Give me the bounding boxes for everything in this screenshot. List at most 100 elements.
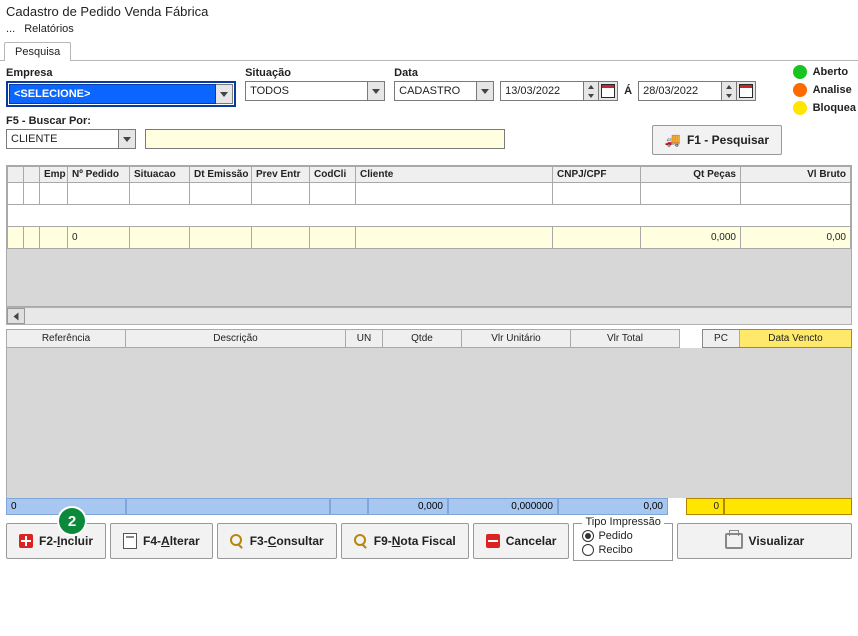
- menu-more[interactable]: ...: [6, 23, 15, 35]
- btn-visualizar-label: Visualizar: [749, 534, 805, 548]
- radio-recibo[interactable]: Recibo: [582, 544, 663, 556]
- btn-notafiscal-label: F9-Nota Fiscal: [374, 534, 456, 548]
- combo-buscarpor[interactable]: CLIENTE: [6, 129, 136, 149]
- radio-icon: [582, 530, 594, 542]
- radio-pedido-label: Pedido: [598, 530, 632, 542]
- printer-icon: [725, 533, 743, 549]
- date-separator: Á: [618, 81, 638, 101]
- col-preventr[interactable]: Prev Entr: [252, 167, 310, 183]
- col-situacao[interactable]: Situacao: [130, 167, 190, 183]
- chevron-down-icon: [372, 89, 380, 94]
- grid-header-row: Emp Nº Pedido Situacao Dt Emissão Prev E…: [8, 167, 851, 183]
- tipo-impressao-group: Tipo Impressão Pedido Recibo: [573, 523, 672, 561]
- btn-incluir-label: F2-Incluir: [39, 534, 93, 548]
- col-emp[interactable]: Emp: [40, 167, 68, 183]
- btn-cancelar[interactable]: Cancelar: [473, 523, 570, 559]
- combo-empresa-value: <SELECIONE>: [9, 84, 216, 104]
- col-descricao[interactable]: Descrição: [126, 330, 346, 347]
- lbl-situacao: Situação: [245, 67, 385, 79]
- plus-icon: [19, 534, 33, 548]
- footer-qtpecas: 0,000: [641, 227, 741, 249]
- footer2-vlrtotal: 0,00: [558, 498, 668, 515]
- date-from-cal-btn[interactable]: [599, 81, 618, 101]
- col-pc[interactable]: PC: [703, 330, 740, 347]
- calendar-icon: [601, 84, 615, 98]
- callout-badge-2: 2: [59, 508, 85, 534]
- col-vlrunit[interactable]: Vlr Unitário: [462, 330, 571, 347]
- status-lbl-analise: Analise: [813, 84, 852, 96]
- btn-incluir[interactable]: 2 F2-Incluir: [6, 523, 106, 559]
- col-cliente[interactable]: Cliente: [356, 167, 553, 183]
- col-qtde[interactable]: Qtde: [383, 330, 462, 347]
- lbl-buscarpor: F5 - Buscar Por:: [6, 115, 136, 127]
- action-bar: 2 F2-Incluir F4-Alterar F3-Consultar F9-…: [6, 523, 852, 561]
- col-cnpjcpf[interactable]: CNPJ/CPF: [553, 167, 641, 183]
- orders-grid[interactable]: Emp Nº Pedido Situacao Dt Emissão Prev E…: [6, 165, 852, 307]
- combo-situacao-btn[interactable]: [368, 81, 385, 101]
- minus-icon: [486, 534, 500, 548]
- combo-situacao[interactable]: TODOS: [245, 81, 385, 101]
- btn-consultar[interactable]: F3-Consultar: [217, 523, 337, 559]
- window-title: Cadastro de Pedido Venda Fábrica: [0, 0, 858, 21]
- chevron-down-icon: [481, 89, 489, 94]
- radio-pedido[interactable]: Pedido: [582, 530, 663, 542]
- btn-pesquisar-label: F1 - Pesquisar: [687, 133, 769, 147]
- date-from[interactable]: 13/03/2022: [500, 81, 618, 101]
- chevron-down-icon: [123, 137, 131, 142]
- col-referencia[interactable]: Referência: [7, 330, 126, 347]
- date-from-value[interactable]: 13/03/2022: [500, 81, 584, 101]
- combo-buscarpor-btn[interactable]: [119, 129, 136, 149]
- combo-situacao-value: TODOS: [245, 81, 368, 101]
- scroll-left-icon[interactable]: [7, 308, 25, 324]
- tab-pesquisa[interactable]: Pesquisa: [4, 42, 71, 61]
- date-from-spin[interactable]: [584, 81, 599, 101]
- combo-data-tipo-value: CADASTRO: [394, 81, 477, 101]
- date-to-cal-btn[interactable]: [737, 81, 756, 101]
- col-vlrtotal[interactable]: Vlr Total: [571, 330, 679, 347]
- col-dtemissao[interactable]: Dt Emissão: [190, 167, 252, 183]
- items-grid-body[interactable]: [6, 348, 852, 498]
- col-vlbruto[interactable]: Vl Bruto: [741, 167, 851, 183]
- grid-blank-area: [8, 205, 851, 227]
- btn-alterar-label: F4-Alterar: [143, 534, 200, 548]
- combo-buscarpor-value: CLIENTE: [6, 129, 119, 149]
- truck-icon: 🚚: [665, 132, 681, 148]
- col-qtpecas[interactable]: Qt Peças: [641, 167, 741, 183]
- search-icon: [230, 534, 244, 548]
- items-grid-header: Referência Descrição UN Qtde Vlr Unitári…: [6, 329, 852, 348]
- status-dot-aberto: [793, 65, 807, 79]
- menu-relatorios[interactable]: Relatórios: [24, 23, 74, 35]
- col-npedido[interactable]: Nº Pedido: [68, 167, 130, 183]
- combo-empresa-btn[interactable]: [216, 84, 233, 104]
- footer-vlbruto: 0,00: [741, 227, 851, 249]
- date-to-value[interactable]: 28/03/2022: [638, 81, 722, 101]
- footer-count: 0: [68, 227, 130, 249]
- combo-data-tipo[interactable]: CADASTRO: [394, 81, 494, 101]
- items-grid-footer: 0 0,000 0,000000 0,00 0: [6, 498, 852, 515]
- btn-cancelar-label: Cancelar: [506, 534, 557, 548]
- date-to[interactable]: 28/03/2022: [638, 81, 756, 101]
- footer2-yzero: 0: [686, 498, 724, 515]
- menu-bar: ... Relatórios: [0, 21, 858, 39]
- status-legend: Aberto Analise Bloquea: [793, 65, 856, 119]
- btn-pesquisar[interactable]: 🚚 F1 - Pesquisar: [652, 125, 782, 155]
- orders-grid-hscroll[interactable]: [6, 307, 852, 325]
- radio-recibo-label: Recibo: [598, 544, 632, 556]
- col-un[interactable]: UN: [346, 330, 383, 347]
- date-to-spin[interactable]: [722, 81, 737, 101]
- col-dtvencto[interactable]: Data Vencto: [740, 330, 851, 347]
- btn-alterar[interactable]: F4-Alterar: [110, 523, 213, 559]
- status-lbl-bloquea: Bloquea: [813, 102, 856, 114]
- tab-bar: Pesquisa: [0, 41, 858, 61]
- radio-icon: [582, 544, 594, 556]
- search-input[interactable]: [145, 129, 505, 149]
- col-codcli[interactable]: CodCli: [310, 167, 356, 183]
- combo-empresa[interactable]: <SELECIONE>: [6, 81, 236, 107]
- combo-data-tipo-btn[interactable]: [477, 81, 494, 101]
- status-lbl-aberto: Aberto: [813, 66, 848, 78]
- status-dot-analise: [793, 83, 807, 97]
- btn-notafiscal[interactable]: F9-Nota Fiscal: [341, 523, 469, 559]
- tipo-impressao-legend: Tipo Impressão: [582, 516, 663, 528]
- btn-visualizar[interactable]: Visualizar: [677, 523, 852, 559]
- edit-icon: [123, 533, 137, 549]
